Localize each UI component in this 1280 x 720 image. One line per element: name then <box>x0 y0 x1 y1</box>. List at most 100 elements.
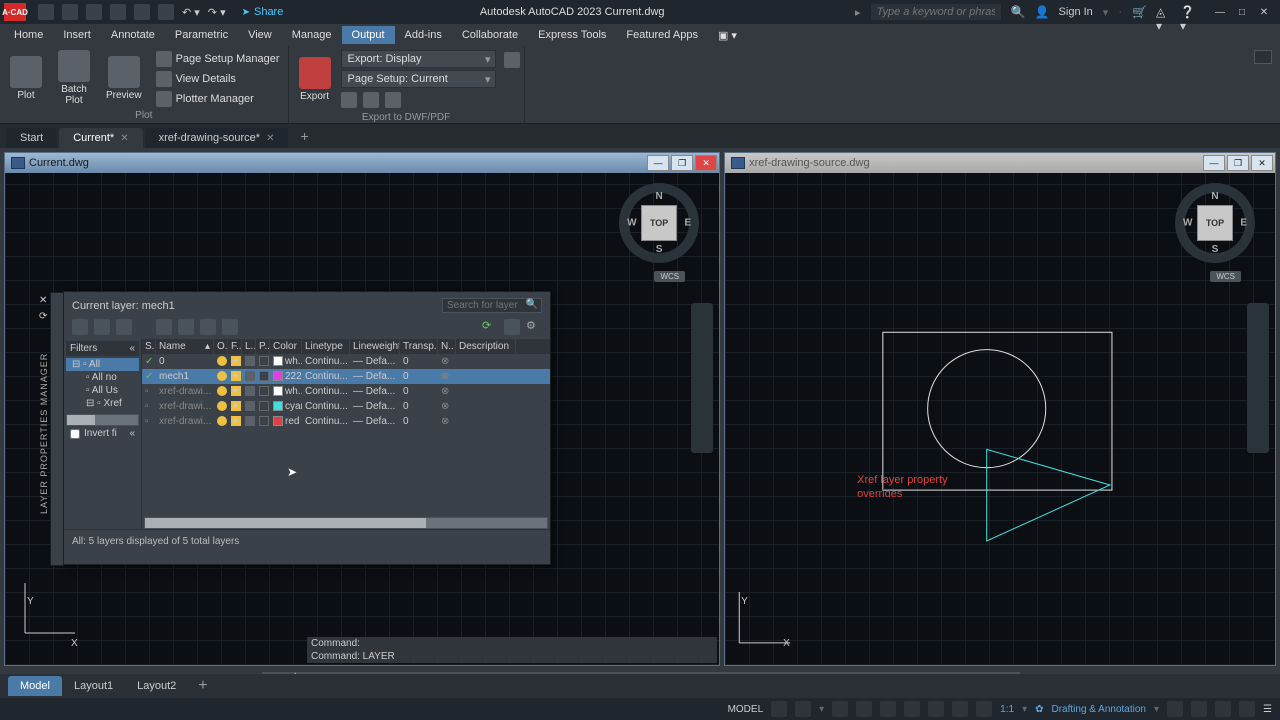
snap-icon[interactable] <box>795 701 811 717</box>
help-search-input[interactable] <box>871 4 1001 20</box>
batch-plot-button[interactable]: Batch Plot <box>52 48 96 108</box>
menu-featured-apps[interactable]: Featured Apps <box>616 26 708 44</box>
layer-row[interactable]: ▫xref-drawi...☀redContinu...— Defa...0⊗ <box>142 414 550 429</box>
menu-parametric[interactable]: Parametric <box>165 26 238 44</box>
layer-properties-manager[interactable]: ✕ ⟳ LAYER PROPERTIES MANAGER Current lay… <box>63 291 551 565</box>
layer-row[interactable]: ▫xref-drawi...☀wh...Continu...— Defa...0… <box>142 384 550 399</box>
palette-pin-icon[interactable]: ⟳ <box>39 311 47 322</box>
hardware-icon[interactable] <box>1215 701 1231 717</box>
page-setup-button[interactable]: Page Setup Manager <box>152 50 284 68</box>
grid-icon[interactable] <box>771 701 787 717</box>
export-dropdown[interactable]: Export: Display <box>341 50 496 68</box>
vp-close-button[interactable]: ✕ <box>1251 155 1273 171</box>
tab-close-icon[interactable]: ✕ <box>266 133 274 144</box>
export-button[interactable]: Export <box>293 55 337 104</box>
minimize-button[interactable]: — <box>1210 5 1230 19</box>
layer-grid-scrollbar[interactable] <box>144 517 548 529</box>
viewport-right[interactable]: xref-drawing-source.dwg — ❐ ✕ N S E W TO… <box>724 152 1276 666</box>
lweight-icon[interactable] <box>928 701 944 717</box>
filter-tree-item[interactable]: ▫ All Us <box>66 384 139 397</box>
menu-add-ins[interactable]: Add-ins <box>395 26 452 44</box>
column-header[interactable]: Name ▴ <box>156 339 214 354</box>
search-icon[interactable]: 🔍 <box>1011 5 1025 19</box>
column-header[interactable]: O.. <box>214 339 228 354</box>
file-tab[interactable]: xref-drawing-source*✕ <box>145 128 289 148</box>
isolate-icon[interactable] <box>1191 701 1207 717</box>
new-icon[interactable] <box>38 4 54 20</box>
layout1-tab[interactable]: Layout1 <box>62 676 125 696</box>
osnap-icon[interactable] <box>880 701 896 717</box>
autodesk-icon[interactable]: ◬ ▾ <box>1156 5 1170 19</box>
new-property-filter-icon[interactable] <box>72 319 88 335</box>
layer-row[interactable]: ✓mech1☀222Continu...— Defa...0⊗ <box>142 369 550 384</box>
scale-status[interactable]: 1:1 <box>1000 704 1014 715</box>
filter-tree-item[interactable]: ▫ All no <box>66 371 139 384</box>
monitor-icon[interactable] <box>1167 701 1183 717</box>
model-status[interactable]: MODEL <box>728 704 764 715</box>
export-pdf-icon[interactable] <box>385 92 401 108</box>
workspace-switcher[interactable]: Drafting & Annotation <box>1051 704 1146 715</box>
column-header[interactable]: Color <box>270 339 302 354</box>
signin-link[interactable]: Sign In <box>1059 6 1093 18</box>
ribbon-toggle-icon[interactable] <box>1254 50 1272 64</box>
menu-express-tools[interactable]: Express Tools <box>528 26 616 44</box>
export-options-icon[interactable] <box>504 52 520 68</box>
redo-icon[interactable]: ↷ ▾ <box>208 6 226 19</box>
plotter-manager-button[interactable]: Plotter Manager <box>152 90 284 108</box>
help-icon[interactable]: ❔ ▾ <box>1180 5 1194 19</box>
export-dwf-icon[interactable] <box>341 92 357 108</box>
new-tab-button[interactable]: + <box>290 124 318 148</box>
set-current-icon[interactable] <box>222 319 238 335</box>
menu-output[interactable]: Output <box>342 26 395 44</box>
ribbon-view-icon[interactable]: ▣ ▾ <box>708 26 747 45</box>
export-dwfx-icon[interactable] <box>363 92 379 108</box>
filter-scrollbar[interactable] <box>66 414 139 426</box>
undo-icon[interactable]: ↶ ▾ <box>182 6 200 19</box>
vp-minimize-button[interactable]: — <box>1203 155 1225 171</box>
add-layout-button[interactable]: + <box>188 673 217 699</box>
gear-icon[interactable]: ✿ <box>1035 704 1043 715</box>
cart-icon[interactable]: 🛒 <box>1132 5 1146 19</box>
menu-collaborate[interactable]: Collaborate <box>452 26 528 44</box>
column-header[interactable]: L.. <box>242 339 256 354</box>
save-icon[interactable] <box>86 4 102 20</box>
column-header[interactable]: Lineweight <box>350 339 400 354</box>
column-header[interactable]: F.. <box>228 339 242 354</box>
preview-button[interactable]: Preview <box>100 54 148 103</box>
app-icon[interactable]: A·CAD <box>4 3 26 21</box>
column-header[interactable]: Transp.. <box>400 339 438 354</box>
column-header[interactable]: S.. <box>142 339 156 354</box>
menu-insert[interactable]: Insert <box>53 26 101 44</box>
invert-filter-checkbox[interactable] <box>70 429 80 439</box>
layer-row[interactable]: ▫xref-drawi...☀cyanContinu...— Defa...0⊗ <box>142 399 550 414</box>
open-icon[interactable] <box>62 4 78 20</box>
vp-minimize-button[interactable]: — <box>647 155 669 171</box>
start-tab[interactable]: Start <box>6 128 57 148</box>
tab-close-icon[interactable]: ✕ <box>120 133 128 144</box>
cycling-icon[interactable] <box>976 701 992 717</box>
column-header[interactable]: Linetype <box>302 339 350 354</box>
plot-button[interactable]: Plot <box>4 54 48 103</box>
filter-tree-item[interactable]: ⊟ ▫ Xref <box>66 397 139 410</box>
close-button[interactable]: ✕ <box>1254 5 1274 19</box>
vp-restore-button[interactable]: ❐ <box>671 155 693 171</box>
freeze-layer-icon[interactable] <box>178 319 194 335</box>
layer-states-icon[interactable] <box>116 319 132 335</box>
file-tab[interactable]: Current*✕ <box>59 128 142 148</box>
palette-close-icon[interactable]: ✕ <box>39 295 47 306</box>
layout2-tab[interactable]: Layout2 <box>125 676 188 696</box>
saveas-icon[interactable] <box>110 4 126 20</box>
polar-icon[interactable] <box>856 701 872 717</box>
clean-icon[interactable] <box>1239 701 1255 717</box>
menu-annotate[interactable]: Annotate <box>101 26 165 44</box>
settings-icon[interactable]: ⚙ <box>526 319 542 335</box>
transparency-icon[interactable] <box>952 701 968 717</box>
collapse-icon[interactable]: « <box>129 428 135 439</box>
new-group-filter-icon[interactable] <box>94 319 110 335</box>
collapse-filters-icon[interactable]: « <box>129 343 135 354</box>
customization-icon[interactable]: ☰ <box>1263 704 1272 715</box>
new-layer-icon[interactable] <box>156 319 172 335</box>
otrack-icon[interactable] <box>904 701 920 717</box>
menu-view[interactable]: View <box>238 26 282 44</box>
delete-layer-icon[interactable] <box>200 319 216 335</box>
